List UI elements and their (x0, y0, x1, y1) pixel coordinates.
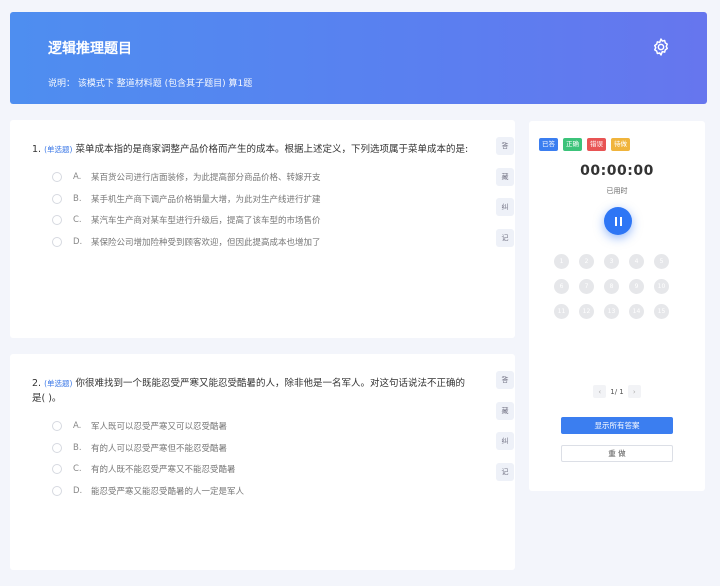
radio-icon[interactable] (52, 420, 62, 431)
page-title: 逻辑推理题目 (48, 41, 132, 57)
answer-sheet-panel: 已答 正确 错误 待做 00:00:00 已用时 1 2 3 4 5 6 7 8… (529, 121, 705, 491)
favorite-button[interactable]: 藏 (496, 167, 514, 186)
radio-icon[interactable] (52, 442, 62, 453)
question-nav-15[interactable]: 15 (654, 304, 669, 319)
option-d[interactable]: D. 某保险公司增加险种受到顾客欢迎，但因此提高成本也增加了 (52, 231, 321, 253)
option-letter: A. (73, 420, 82, 431)
question-stem: 菜单成本指的是商家调整产品价格而产生的成本。根据上述定义，下列选项属于菜单成本的… (75, 144, 469, 155)
timer-display: 00:00:00 (580, 163, 654, 179)
page-header: 逻辑推理题目 说明： 该模式下 整道材料题 (包含其子题目) 算1题 (10, 12, 707, 104)
question-card-2: 2. (单选题) 你很难找到一个既能忍受严寒又能忍受酷暑的人，除非他是一名军人。… (10, 354, 515, 570)
option-c[interactable]: C. 某汽车生产商对某车型进行升级后，提高了该车型的市场售价 (52, 209, 321, 231)
question-nav-6[interactable]: 6 (554, 279, 569, 294)
status-legend: 已答 正确 错误 待做 (539, 138, 630, 151)
option-b[interactable]: B. 有的人可以忍受严寒但不能忍受酷暑 (52, 437, 244, 459)
option-text: 有的人既不能忍受严寒又不能忍受酷暑 (91, 465, 236, 476)
prev-page-button[interactable]: ‹ (593, 385, 607, 398)
radio-icon[interactable] (52, 236, 62, 247)
question-type-tag: (单选题) (44, 145, 73, 154)
legend-todo: 待做 (611, 138, 630, 151)
option-letter: C. (73, 215, 82, 226)
option-b[interactable]: B. 某手机生产商下调产品价格销量大增，为此对生产线进行扩建 (52, 188, 321, 210)
question-nav-10[interactable]: 10 (654, 279, 669, 294)
radio-icon[interactable] (52, 485, 62, 496)
question-nav-12[interactable]: 12 (579, 304, 594, 319)
legend-wrong: 错误 (587, 138, 606, 151)
option-text: 有的人可以忍受严寒但不能忍受酷暑 (91, 443, 228, 454)
question-number: 1. (32, 144, 42, 155)
note-button[interactable]: 记 (496, 228, 514, 247)
pause-icon (614, 216, 617, 226)
radio-icon[interactable] (52, 171, 62, 182)
option-text: 能忍受严寒又能忍受酷暑的人一定是军人 (91, 486, 245, 497)
radio-icon[interactable] (52, 215, 62, 226)
option-text: 某保险公司增加险种受到顾客欢迎，但因此提高成本也增加了 (91, 237, 321, 248)
question-tools: 答 藏 纠 记 (496, 137, 514, 259)
question-nav-3[interactable]: 3 (604, 254, 619, 269)
option-d[interactable]: D. 能忍受严寒又能忍受酷暑的人一定是军人 (52, 480, 244, 502)
answer-button[interactable]: 答 (496, 371, 514, 389)
question-nav-1[interactable]: 1 (554, 254, 569, 269)
option-letter: C. (73, 464, 82, 475)
option-c[interactable]: C. 有的人既不能忍受严寒又不能忍受酷暑 (52, 458, 244, 480)
option-letter: B. (73, 442, 82, 453)
radio-icon[interactable] (52, 464, 62, 475)
report-error-button[interactable]: 纠 (496, 198, 514, 216)
question-nav-14[interactable]: 14 (629, 304, 644, 319)
next-page-button[interactable]: › (627, 385, 641, 398)
option-a[interactable]: A. 某百货公司进行店面装修，为此提高部分商品价格、转嫁开支 (52, 166, 321, 188)
option-a[interactable]: A. 军人既可以忍受严寒又可以忍受酷暑 (52, 415, 244, 437)
gear-icon[interactable] (651, 37, 671, 57)
question-text: 1. (单选题) 菜单成本指的是商家调整产品价格而产生的成本。根据上述定义，下列… (32, 142, 472, 157)
option-text: 某百货公司进行店面装修，为此提高部分商品价格、转嫁开支 (91, 172, 321, 183)
pause-button[interactable] (604, 207, 632, 235)
report-error-button[interactable]: 纠 (496, 432, 514, 450)
question-number-grid: 1 2 3 4 5 6 7 8 9 10 11 12 13 14 15 (554, 254, 669, 319)
question-text: 2. (单选题) 你很难找到一个既能忍受严寒又能忍受酷暑的人，除非他是一名军人。… (32, 376, 472, 406)
question-number: 2. (32, 378, 42, 389)
redo-button[interactable]: 重 做 (561, 445, 673, 462)
timer-label: 已用时 (606, 187, 628, 195)
page-indicator: 1/ 1 (610, 387, 624, 396)
question-nav-2[interactable]: 2 (579, 254, 594, 269)
question-stem: 你很难找到一个既能忍受严寒又能忍受酷暑的人，除非他是一名军人。对这句话说法不正确… (32, 378, 466, 404)
question-nav-11[interactable]: 11 (554, 304, 569, 319)
question-tools: 答 藏 纠 记 (496, 371, 514, 493)
question-nav-5[interactable]: 5 (654, 254, 669, 269)
pagination: ‹ 1/ 1 › (529, 385, 705, 398)
mode-description: 说明： 该模式下 整道材料题 (包含其子题目) 算1题 (48, 79, 253, 89)
radio-icon[interactable] (52, 193, 62, 204)
pause-icon (619, 216, 622, 226)
answer-button[interactable]: 答 (496, 137, 514, 155)
legend-answered: 已答 (539, 138, 558, 151)
question-nav-13[interactable]: 13 (604, 304, 619, 319)
option-letter: A. (73, 171, 82, 182)
favorite-button[interactable]: 藏 (496, 401, 514, 420)
option-text: 某汽车生产商对某车型进行升级后，提高了该车型的市场售价 (91, 216, 321, 227)
option-list: A. 军人既可以忍受严寒又可以忍受酷暑 B. 有的人可以忍受严寒但不能忍受酷暑 C.… (52, 415, 244, 502)
question-type-tag: (单选题) (44, 379, 73, 388)
question-nav-9[interactable]: 9 (629, 279, 644, 294)
question-nav-4[interactable]: 4 (629, 254, 644, 269)
option-list: A. 某百货公司进行店面装修，为此提高部分商品价格、转嫁开支 B. 某手机生产商下调… (52, 166, 321, 253)
question-nav-8[interactable]: 8 (604, 279, 619, 294)
show-all-answers-button[interactable]: 显示所有答案 (561, 417, 673, 434)
question-nav-7[interactable]: 7 (579, 279, 594, 294)
question-card-1: 1. (单选题) 菜单成本指的是商家调整产品价格而产生的成本。根据上述定义，下列… (10, 120, 515, 338)
option-text: 某手机生产商下调产品价格销量大增，为此对生产线进行扩建 (91, 194, 321, 205)
option-letter: D. (73, 485, 83, 496)
option-text: 军人既可以忍受严寒又可以忍受酷暑 (91, 421, 228, 432)
option-letter: D. (73, 236, 83, 247)
legend-correct: 正确 (563, 138, 582, 151)
note-button[interactable]: 记 (496, 462, 514, 481)
option-letter: B. (73, 193, 82, 204)
